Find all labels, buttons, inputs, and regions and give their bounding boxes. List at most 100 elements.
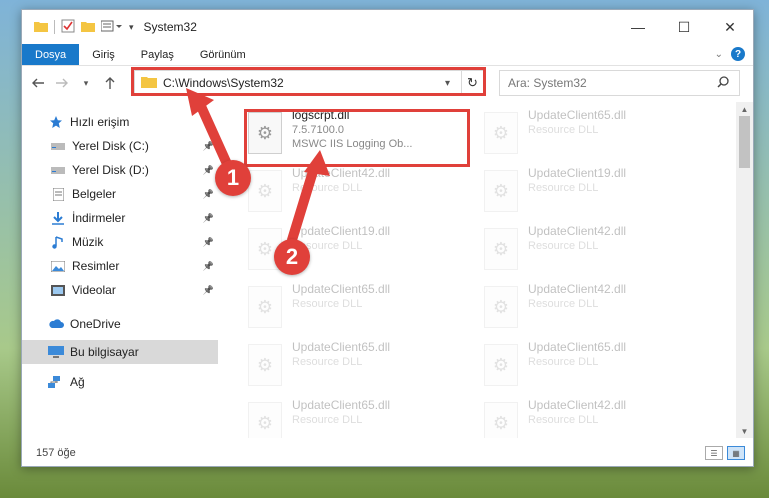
sidebar-item[interactable]: Resimler 📌 xyxy=(22,254,218,278)
file-item[interactable]: ⚙ UpdateClient65.dll Resource DLL xyxy=(480,340,700,392)
ribbon-right: ⌄ ? xyxy=(715,47,745,61)
computer-icon xyxy=(48,345,64,359)
sidebar-item[interactable]: İndirmeler 📌 xyxy=(22,206,218,230)
file-item[interactable]: ⚙ UpdateClient65.dll Resource DLL xyxy=(244,282,464,334)
toolbar-divider xyxy=(54,20,55,34)
star-icon xyxy=(48,115,64,129)
scrollbar-thumb[interactable] xyxy=(739,116,750,168)
file-name: UpdateClient65.dll xyxy=(292,282,391,296)
sidebar-item[interactable]: Müzik 📌 xyxy=(22,230,218,254)
dll-file-icon: ⚙ xyxy=(484,112,518,154)
vertical-scrollbar[interactable]: ▲ ▼ xyxy=(736,102,753,438)
tab-file[interactable]: Dosya xyxy=(22,44,80,65)
tab-home[interactable]: Giriş xyxy=(79,44,128,65)
dll-file-icon: ⚙ xyxy=(484,286,518,328)
address-path[interactable]: C:\Windows\System32 xyxy=(163,76,445,90)
recent-locations-button[interactable]: ▾ xyxy=(74,78,98,89)
sidebar-item[interactable]: OneDrive xyxy=(22,312,218,336)
sidebar-item-label: Videolar xyxy=(72,283,116,297)
file-description: Resource DLL xyxy=(528,124,599,136)
sidebar-item[interactable]: Belgeler 📌 xyxy=(22,182,218,206)
forward-button[interactable] xyxy=(50,77,74,89)
file-item[interactable]: ⚙ UpdateClient65.dll Resource DLL xyxy=(244,340,464,392)
sidebar-item[interactable]: Videolar 📌 xyxy=(22,278,218,302)
file-item[interactable]: ⚙ logscrpt.dll 7.5.7100.0 MSWC IIS Logging … xyxy=(244,108,464,160)
file-item[interactable]: ⚙ UpdateClient19.dll Resource DLL xyxy=(480,166,700,218)
maximize-button[interactable]: ☐ xyxy=(661,10,707,44)
gear-icon: ⚙ xyxy=(256,412,274,433)
up-button[interactable] xyxy=(98,76,122,90)
file-item[interactable]: ⚙ UpdateClient42.dll Resource DLL xyxy=(480,224,700,276)
forward-arrow-icon xyxy=(56,78,68,88)
file-description: Resource DLL xyxy=(528,414,599,426)
gear-icon: ⚙ xyxy=(492,238,510,259)
pin-icon[interactable]: 📌 xyxy=(203,165,214,176)
sidebar-item[interactable]: Bu bilgisayar xyxy=(22,340,218,364)
scroll-down-arrow-icon[interactable]: ▼ xyxy=(736,424,753,438)
file-item[interactable]: ⚙ UpdateClient65.dll Resource DLL xyxy=(480,108,700,160)
file-description: Resource DLL xyxy=(292,298,363,310)
window-controls: — ☐ ✕ xyxy=(615,10,753,44)
navigation-bar: ▾ C:\Windows\System32 ▾ ↻ Ara: System32 xyxy=(22,66,753,100)
file-text: UpdateClient65.dll Resource DLL xyxy=(292,340,390,368)
close-button[interactable]: ✕ xyxy=(707,10,753,44)
address-dropdown-icon[interactable]: ▾ xyxy=(445,78,461,89)
pin-icon[interactable]: 📌 xyxy=(203,189,214,200)
pin-icon[interactable]: 📌 xyxy=(203,261,214,272)
sidebar-item[interactable]: Ağ xyxy=(22,370,218,394)
chevron-down-icon[interactable]: ⌄ xyxy=(715,49,723,60)
back-button[interactable] xyxy=(26,77,50,89)
tiles-view-button[interactable]: ▦ xyxy=(727,446,745,460)
file-description: Resource DLL xyxy=(528,240,599,252)
help-button[interactable]: ? xyxy=(731,47,745,61)
search-input[interactable]: Ara: System32 xyxy=(508,76,717,90)
gear-icon: ⚙ xyxy=(256,122,274,143)
file-name: UpdateClient42.dll xyxy=(528,398,627,412)
file-item[interactable]: ⚙ UpdateClient42.dll Resource DLL xyxy=(480,282,700,334)
new-folder-icon[interactable] xyxy=(81,20,95,35)
cloud-icon xyxy=(48,317,64,331)
dropdown-icon[interactable]: ▾ xyxy=(129,22,134,33)
file-description: Resource DLL xyxy=(528,356,599,368)
file-description: Resource DLL xyxy=(292,182,363,194)
quick-access-toolbar: ▾ xyxy=(22,19,134,36)
dll-file-icon: ⚙ xyxy=(484,170,518,212)
ribbon-tabs: Dosya Giriş Paylaş Görünüm ⌄ ? xyxy=(22,44,753,66)
navigation-pane: Hızlı erişim Yerel Disk (C:) 📌 Yerel Disk (… xyxy=(22,102,218,438)
customize-toolbar-icon[interactable] xyxy=(100,20,123,35)
pin-icon[interactable]: 📌 xyxy=(203,141,214,152)
file-name: UpdateClient65.dll xyxy=(528,108,627,122)
file-name: UpdateClient42.dll xyxy=(528,224,627,238)
pin-icon[interactable]: 📌 xyxy=(203,285,214,296)
dll-file-icon: ⚙ xyxy=(484,402,518,438)
dll-file-icon: ⚙ xyxy=(248,344,282,386)
address-bar[interactable]: C:\Windows\System32 ▾ ↻ xyxy=(134,70,484,96)
sidebar-item[interactable]: Hızlı erişim xyxy=(22,110,218,134)
details-view-button[interactable]: ☰ xyxy=(705,446,723,460)
file-text: UpdateClient42.dll Resource DLL xyxy=(528,282,626,310)
tab-view[interactable]: Görünüm xyxy=(187,44,259,65)
file-item[interactable]: ⚙ UpdateClient42.dll Resource DLL xyxy=(244,166,464,218)
sidebar-item-label: Yerel Disk (C:) xyxy=(72,139,149,153)
file-description: MSWC IIS Logging Ob... xyxy=(292,138,413,150)
video-icon xyxy=(50,283,66,297)
pin-icon[interactable]: 📌 xyxy=(203,237,214,248)
properties-icon[interactable] xyxy=(61,19,75,36)
sidebar-item[interactable]: Yerel Disk (C:) 📌 xyxy=(22,134,218,158)
file-item[interactable]: ⚙ UpdateClient65.dll Resource DLL xyxy=(244,398,464,438)
file-version: 7.5.7100.0 xyxy=(292,124,344,136)
minimize-button[interactable]: — xyxy=(615,10,661,44)
file-text: UpdateClient42.dll Resource DLL xyxy=(528,398,626,426)
dll-file-icon: ⚙ xyxy=(248,170,282,212)
sidebar-item-label: Belgeler xyxy=(72,187,117,201)
tab-share[interactable]: Paylaş xyxy=(128,44,187,65)
gear-icon: ⚙ xyxy=(492,180,510,201)
scroll-up-arrow-icon[interactable]: ▲ xyxy=(736,102,753,116)
search-box[interactable]: Ara: System32 xyxy=(499,70,740,96)
sidebar-item[interactable]: Yerel Disk (D:) 📌 xyxy=(22,158,218,182)
refresh-button[interactable]: ↻ xyxy=(461,71,483,95)
file-text: UpdateClient65.dll Resource DLL xyxy=(292,282,390,310)
file-item[interactable]: ⚙ UpdateClient42.dll Resource DLL xyxy=(480,398,700,438)
file-description: Resource DLL xyxy=(292,414,363,426)
pin-icon[interactable]: 📌 xyxy=(203,213,214,224)
